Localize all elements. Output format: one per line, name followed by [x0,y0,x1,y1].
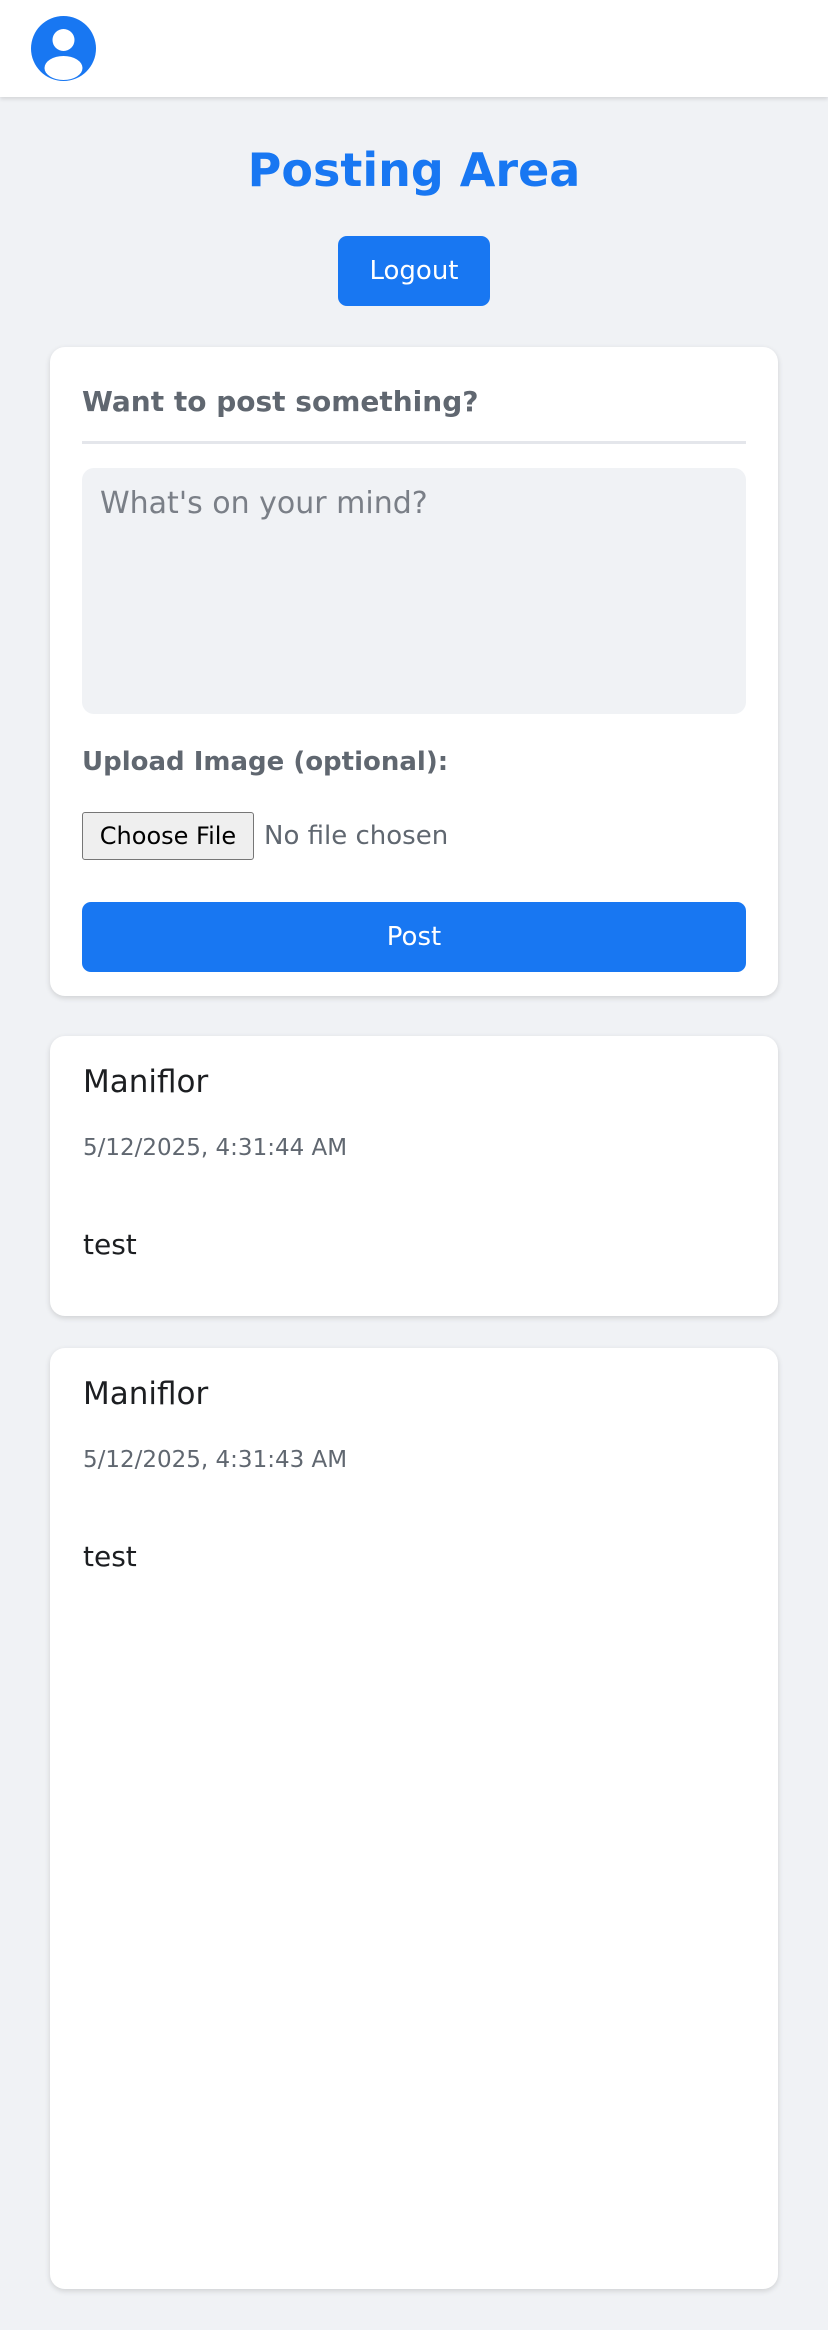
user-profile-icon[interactable] [31,16,96,81]
page-title: Posting Area [247,143,581,197]
logout-button[interactable]: Logout [338,236,490,306]
post-card: Maniflor 5/12/2025, 4:31:44 AM test [50,1036,778,1316]
post-content: test [83,1540,137,1573]
post-author: Maniflor [83,1376,209,1412]
post-textarea[interactable] [82,468,746,714]
divider [82,441,746,444]
post-content: test [83,1228,137,1261]
file-status-text: No file chosen [264,821,449,851]
post-composer-card: Want to post something? Upload Image (op… [50,347,778,996]
upload-image-label: Upload Image (optional): [82,747,449,777]
post-button[interactable]: Post [82,902,746,972]
post-card: Maniflor 5/12/2025, 4:31:43 AM test [50,1348,778,2289]
post-timestamp: 5/12/2025, 4:31:43 AM [83,1447,348,1473]
post-timestamp: 5/12/2025, 4:31:44 AM [83,1135,348,1161]
composer-heading: Want to post something? [82,385,479,418]
post-author: Maniflor [83,1064,209,1100]
top-bar [0,0,828,97]
choose-file-button[interactable]: Choose File [82,812,254,860]
